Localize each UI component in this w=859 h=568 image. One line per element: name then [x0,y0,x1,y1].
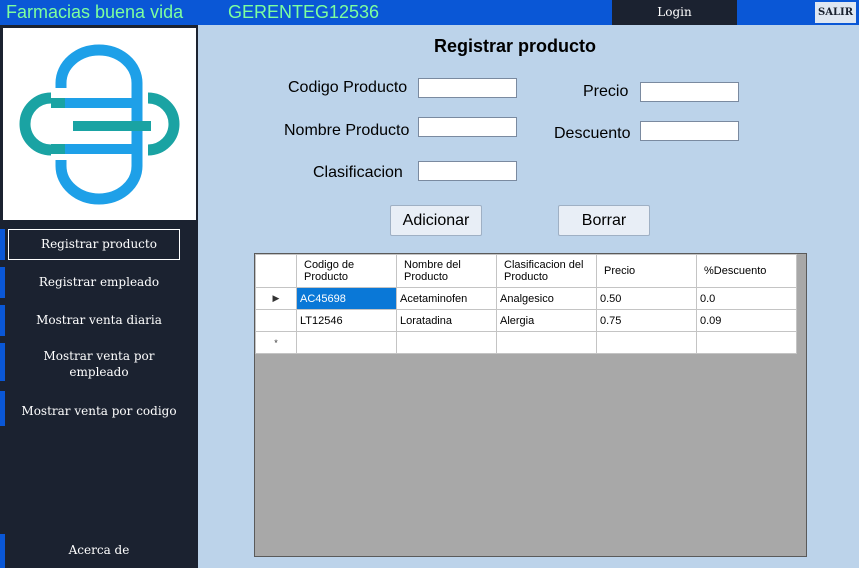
sidebar-item-venta-diaria[interactable]: Mostrar venta diaria [0,313,198,327]
top-bar: Farmacias buena vida GERENTEG12536 Login… [0,0,859,25]
table-row[interactable]: ▶ AC45698 Acetaminofen Analgesico 0.50 0… [255,287,797,310]
descuento-input[interactable] [640,121,739,141]
sidebar-item-venta-codigo[interactable]: Mostrar venta por codigo [0,404,198,418]
new-row-marker-icon[interactable]: * [255,331,297,354]
column-header[interactable]: Precio [596,254,697,288]
user-id-label: GERENTEG12536 [228,2,380,22]
table-cell[interactable]: LT12546 [296,309,397,332]
sidebar: Registrar producto Registrar empleado Mo… [0,25,198,568]
table-cell[interactable]: Acetaminofen [396,287,497,310]
nombre-input[interactable] [418,117,517,137]
column-header[interactable]: %Descuento [696,254,797,288]
table-cell[interactable]: AC45698 [296,287,397,310]
precio-label: Precio [583,83,629,100]
codigo-label: Codigo Producto [288,79,408,96]
app-title: Farmacias buena vida [6,2,184,22]
column-header[interactable]: Clasificacion del Producto [496,254,597,288]
delete-button[interactable]: Borrar [558,205,650,236]
pharmacy-logo [3,28,196,220]
table-cell[interactable] [296,331,397,354]
table-cell[interactable] [396,331,497,354]
table-row[interactable]: LT12546 Loratadina Alergia 0.75 0.09 [255,309,797,332]
products-grid[interactable]: Codigo de Producto Nombre del Producto C… [254,253,807,557]
pharmacy-logo-icon [19,44,180,205]
products-table: Codigo de Producto Nombre del Producto C… [255,254,797,354]
sidebar-item-registrar-empleado[interactable]: Registrar empleado [0,275,198,289]
table-cell[interactable]: 0.09 [696,309,797,332]
table-cell[interactable]: 0.0 [696,287,797,310]
column-header[interactable]: Codigo de Producto [296,254,397,288]
row-header-corner [255,254,297,288]
sidebar-item-venta-empleado[interactable]: Mostrar venta por empleado [0,348,198,380]
column-header[interactable]: Nombre del Producto [396,254,497,288]
page-title: Registrar producto [434,36,597,56]
login-label[interactable]: Login [612,0,737,25]
sidebar-item-registrar-producto[interactable]: Registrar producto [0,237,198,251]
clasificacion-input[interactable] [418,161,517,181]
table-cell[interactable] [596,331,697,354]
table-cell[interactable]: 0.50 [596,287,697,310]
table-cell[interactable] [696,331,797,354]
table-cell[interactable]: Alergia [496,309,597,332]
codigo-input[interactable] [418,78,517,98]
table-cell[interactable]: Analgesico [496,287,597,310]
precio-input[interactable] [640,82,739,102]
table-header-row: Codigo de Producto Nombre del Producto C… [255,254,797,288]
row-header[interactable] [255,309,297,332]
nombre-label: Nombre Producto [284,122,410,139]
descuento-label: Descuento [554,125,631,142]
table-cell[interactable]: Loratadina [396,309,497,332]
table-cell[interactable]: 0.75 [596,309,697,332]
table-cell[interactable] [496,331,597,354]
current-row-marker-icon[interactable]: ▶ [255,287,297,310]
add-button[interactable]: Adicionar [390,205,482,236]
sidebar-item-acerca-de[interactable]: Acerca de [0,543,198,557]
clasificacion-label: Clasificacion [313,164,403,181]
exit-button[interactable]: SALIR [815,2,856,23]
table-new-row[interactable]: * [255,331,797,354]
